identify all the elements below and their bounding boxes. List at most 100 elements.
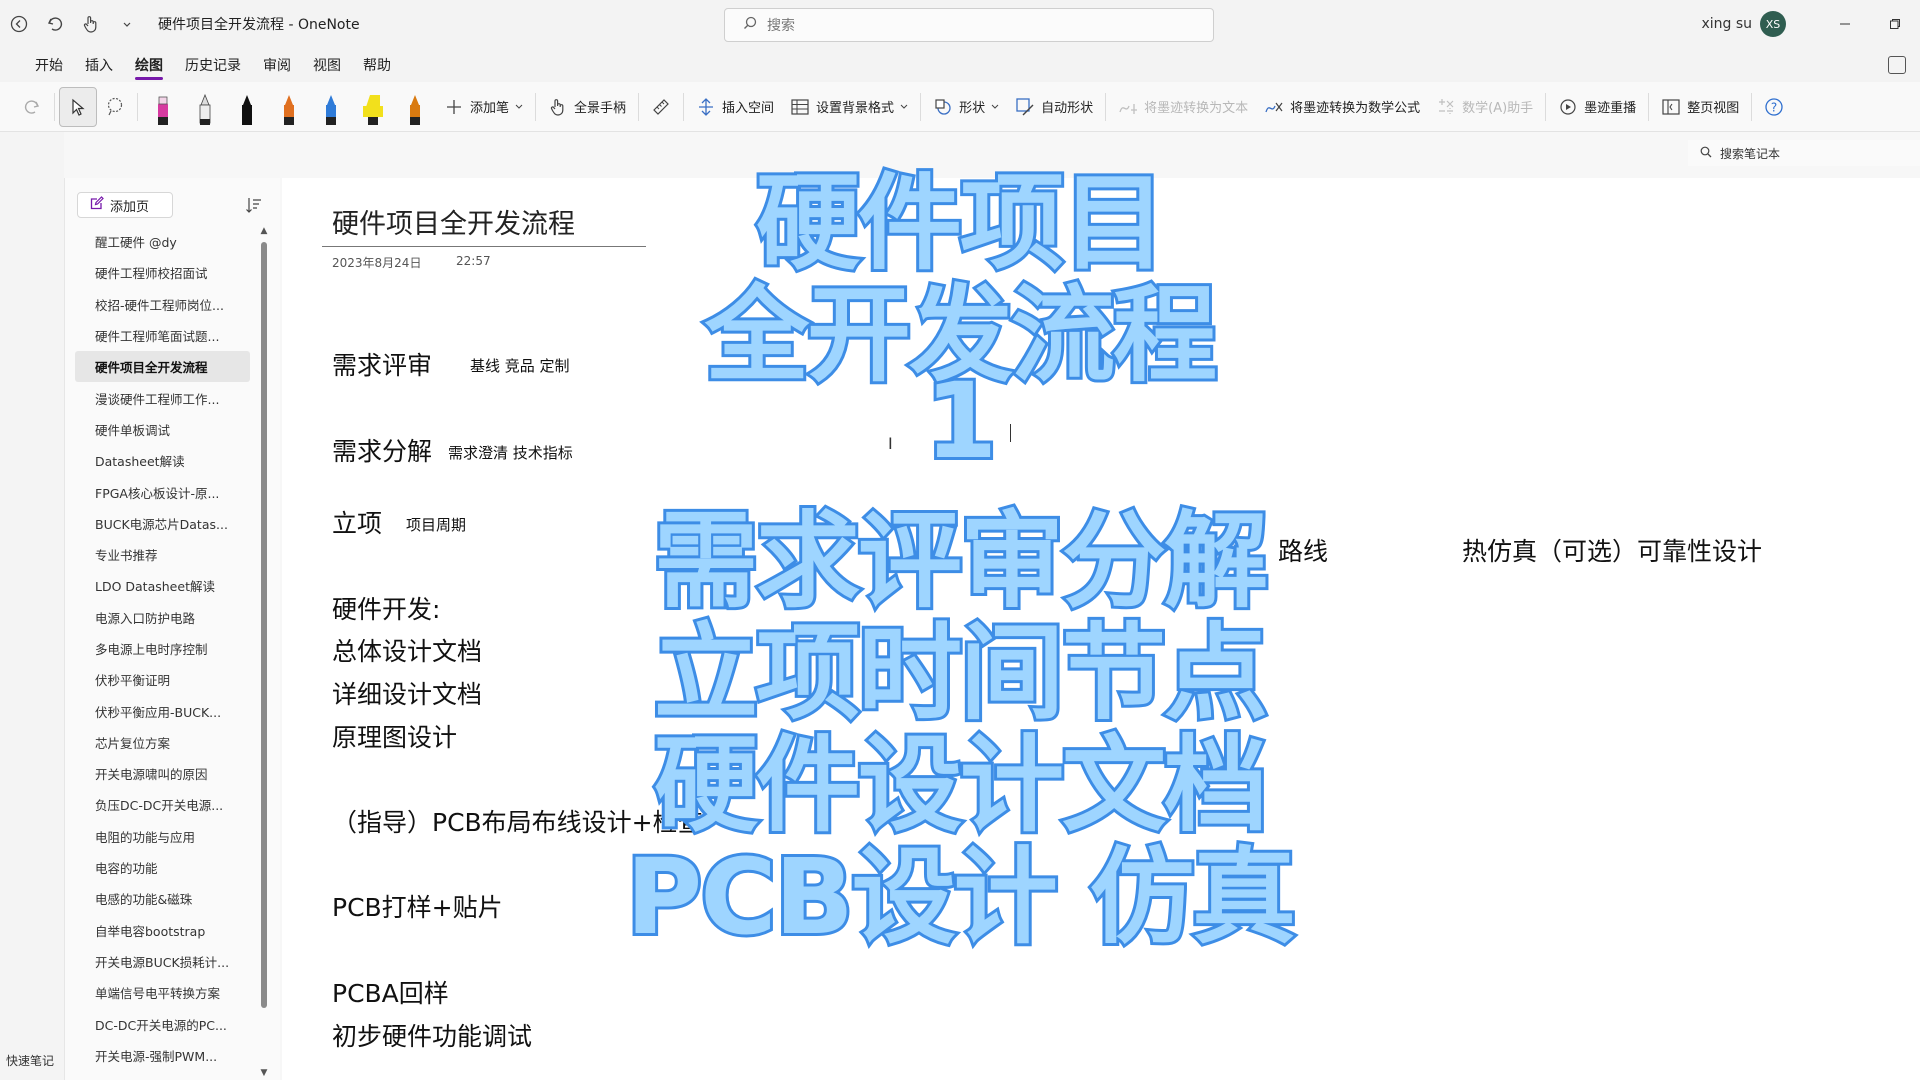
page-item-12[interactable]: 电源入口防护电路: [75, 602, 250, 633]
onenote-window: 硬件项目全开发流程 - OneNote 搜索 xing su XS 开始 插入 …: [0, 0, 1920, 1080]
avatar[interactable]: XS: [1760, 11, 1786, 37]
note-hw-dev[interactable]: 硬件开发:: [332, 590, 440, 626]
chevron-down-icon: [900, 99, 908, 114]
page-item-11[interactable]: LDO Datasheet解读: [75, 570, 250, 601]
page-item-14[interactable]: 伏秒平衡证明: [75, 664, 250, 695]
note-req-review-tags[interactable]: 基线 竞品 定制: [470, 355, 570, 376]
page-item-2[interactable]: 校招-硬件工程师岗位...: [75, 289, 250, 320]
notebook-search[interactable]: 搜索笔记本: [1688, 140, 1920, 166]
note-schematic[interactable]: 原理图设计: [332, 718, 457, 754]
note-detail-doc[interactable]: 详细设计文档: [332, 675, 482, 711]
add-page-button[interactable]: 添加页: [77, 192, 173, 218]
shapes-button[interactable]: 形状: [925, 87, 1007, 127]
redo-button[interactable]: [14, 87, 50, 127]
page-item-6[interactable]: 硬件单板调试: [75, 414, 250, 445]
tab-history[interactable]: 历史记录: [174, 48, 252, 82]
highlighter-yellow[interactable]: [352, 85, 394, 129]
page-item-13[interactable]: 多电源上电时序控制: [75, 633, 250, 664]
add-pen-button[interactable]: 添加笔: [436, 87, 531, 127]
page-item-24[interactable]: 单端信号电平转换方案: [75, 977, 250, 1008]
pen-black[interactable]: [226, 85, 268, 129]
pen-orange-dark[interactable]: [394, 85, 436, 129]
pen-black-fine[interactable]: [184, 85, 226, 129]
note-pcba-return[interactable]: PCBA回样: [332, 974, 449, 1010]
note-project-setup-tags[interactable]: 项目周期: [406, 514, 466, 535]
page-item-16[interactable]: 芯片复位方案: [75, 727, 250, 758]
page-item-3[interactable]: 硬件工程师笔面试题...: [75, 320, 250, 351]
note-route-fragment[interactable]: 路线: [1278, 532, 1328, 568]
qat-dropdown-icon[interactable]: [116, 13, 138, 35]
math-helper-button[interactable]: 数学(A)助手: [1428, 87, 1541, 127]
page-time: 22:57: [456, 254, 491, 268]
note-thermal[interactable]: 热仿真（可选）可靠性设计: [1462, 532, 1762, 568]
background-format-button[interactable]: 设置背景格式: [782, 87, 916, 127]
note-overall-doc[interactable]: 总体设计文档: [332, 632, 482, 668]
page-canvas[interactable]: 硬件项目全开发流程 2023年8月24日 22:57 需求评审 基线 竞品 定制…: [282, 178, 1920, 1080]
page-item-20[interactable]: 电容的功能: [75, 852, 250, 883]
tab-view[interactable]: 视图: [302, 48, 352, 82]
tab-draw[interactable]: 绘图: [124, 48, 174, 82]
touch-mode-icon[interactable]: [80, 13, 102, 35]
note-initial-debug[interactable]: 初步硬件功能调试: [332, 1017, 532, 1053]
ink-to-math-button[interactable]: 将墨迹转换为数学公式: [1256, 87, 1428, 127]
back-icon[interactable]: [8, 13, 30, 35]
sort-icon[interactable]: [245, 196, 263, 214]
pen-orange[interactable]: [268, 85, 310, 129]
ink-to-text-button[interactable]: 将墨迹转换为文本: [1110, 87, 1256, 127]
note-req-review[interactable]: 需求评审: [332, 346, 432, 382]
full-hand-button[interactable]: 全景手柄: [540, 87, 634, 127]
scroll-up-icon[interactable]: ▲: [259, 226, 269, 236]
page-item-18[interactable]: 负压DC-DC开关电源...: [75, 789, 250, 820]
notebook-panel-icon[interactable]: [1888, 56, 1906, 74]
note-pcb-layout[interactable]: （指导）PCB布局布线设计+检查: [332, 803, 703, 839]
note-pcb-proof[interactable]: PCB打样+贴片: [332, 888, 503, 924]
page-item-23[interactable]: 开关电源BUCK损耗计...: [75, 946, 250, 977]
page-item-8[interactable]: FPGA核心板设计-原...: [75, 476, 250, 507]
restore-button[interactable]: [1870, 0, 1920, 48]
page-item-22[interactable]: 自举电容bootstrap: [75, 915, 250, 946]
page-item-4-selected[interactable]: 硬件项目全开发流程: [75, 351, 250, 383]
tab-help[interactable]: 帮助: [352, 48, 402, 82]
note-req-decompose-tags[interactable]: 需求澄清 技术指标: [448, 442, 573, 463]
tab-home[interactable]: 开始: [24, 48, 74, 82]
search-box[interactable]: 搜索: [724, 8, 1214, 42]
insert-space-button[interactable]: 插入空间: [688, 87, 782, 127]
page-item-15[interactable]: 伏秒平衡应用-BUCK...: [75, 695, 250, 726]
note-req-decompose[interactable]: 需求分解: [332, 432, 432, 468]
page-item-25[interactable]: DC-DC开关电源的PC...: [75, 1008, 250, 1039]
page-view-icon: [1661, 97, 1681, 117]
tab-insert[interactable]: 插入: [74, 48, 124, 82]
auto-shape-button[interactable]: 自动形状: [1007, 87, 1101, 127]
ribbon-separator: [683, 92, 685, 121]
page-item-26[interactable]: 开关电源-强制PWM...: [75, 1040, 250, 1071]
page-list-scrollbar[interactable]: ▲ ▼: [259, 226, 269, 1078]
ruler-button[interactable]: [643, 87, 679, 127]
lasso-button[interactable]: [97, 87, 133, 127]
help-icon: ?: [1764, 97, 1784, 117]
page-item-21[interactable]: 电感的功能&磁珠: [75, 883, 250, 914]
scroll-down-icon[interactable]: ▼: [259, 1068, 269, 1078]
page-item-5[interactable]: 漫谈硬件工程师工作...: [75, 382, 250, 413]
quick-notes-link[interactable]: 快速笔记: [6, 1052, 54, 1069]
insert-space-icon: [696, 97, 716, 117]
page-item-1[interactable]: 硬件工程师校招面试: [75, 257, 250, 288]
page-view-button[interactable]: 整页视图: [1653, 87, 1747, 127]
page-item-9[interactable]: BUCK电源芯片Datas...: [75, 508, 250, 539]
ink-replay-button[interactable]: 墨迹重播: [1550, 87, 1644, 127]
page-item-19[interactable]: 电阻的功能与应用: [75, 821, 250, 852]
note-project-setup[interactable]: 立项: [332, 504, 382, 540]
tab-review[interactable]: 审阅: [252, 48, 302, 82]
page-title[interactable]: 硬件项目全开发流程: [332, 202, 575, 241]
minimize-button[interactable]: [1820, 0, 1870, 48]
select-tool-button[interactable]: [59, 86, 97, 127]
scroll-thumb[interactable]: [261, 242, 267, 1008]
user-name[interactable]: xing su: [1701, 16, 1752, 32]
page-item-7[interactable]: Datasheet解读: [75, 445, 250, 476]
page-item-17[interactable]: 开关电源啸叫的原因: [75, 758, 250, 789]
pen-blue[interactable]: [310, 85, 352, 129]
undo-icon[interactable]: [44, 13, 66, 35]
help-button[interactable]: ?: [1756, 87, 1792, 127]
pen-pink[interactable]: [142, 85, 184, 129]
page-item-10[interactable]: 专业书推荐: [75, 539, 250, 570]
page-item-0[interactable]: 醒工硬件 @dy: [75, 226, 250, 257]
